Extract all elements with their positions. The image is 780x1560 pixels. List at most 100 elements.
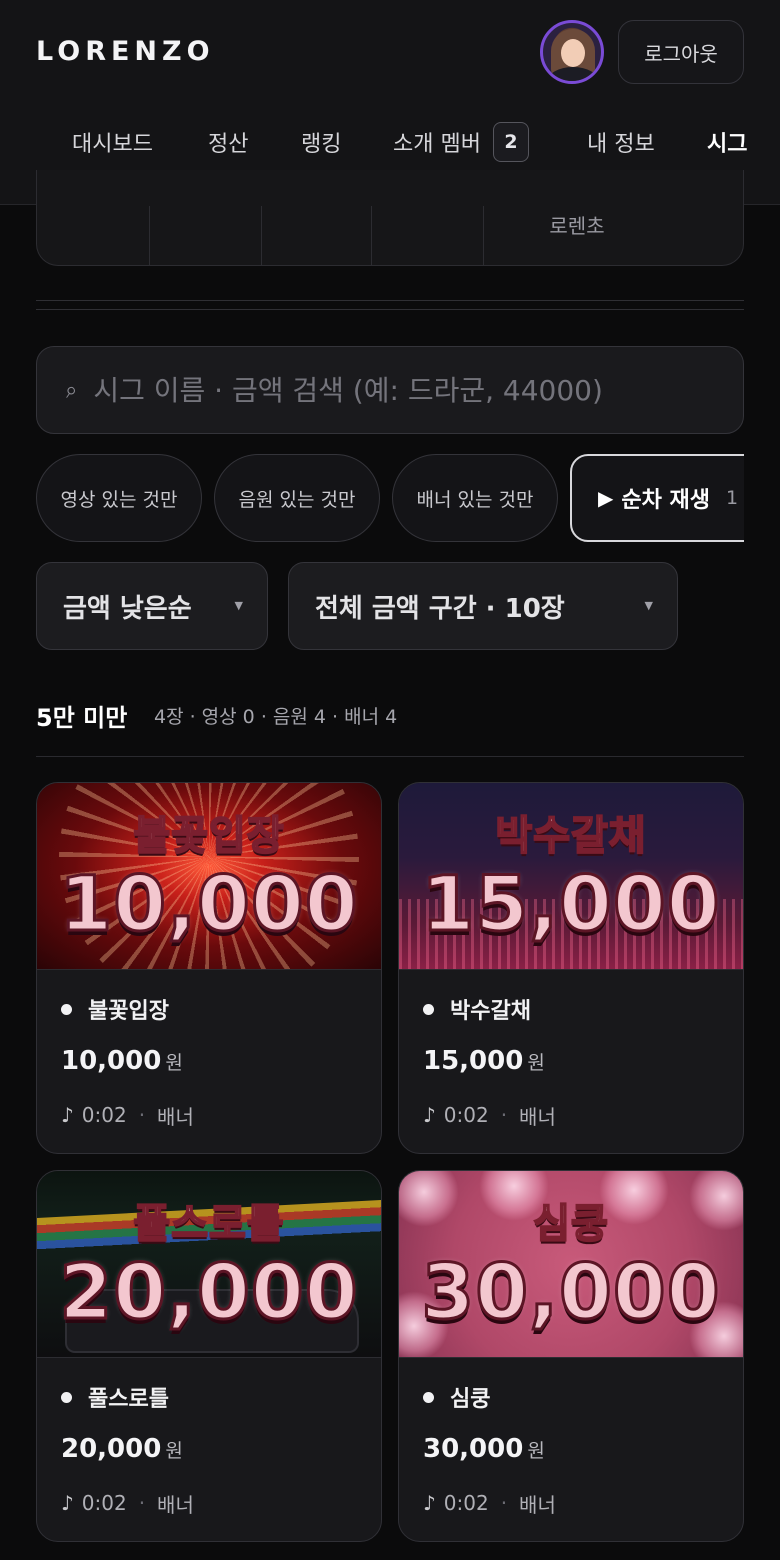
chevron-down-icon: ▼ bbox=[234, 599, 243, 612]
sequential-play-button[interactable]: ▶ 순차 재생 1 bbox=[570, 454, 744, 542]
music-note-icon: ♪ bbox=[423, 1491, 436, 1515]
filter-chips: 영상 있는 것만 음원 있는 것만 배너 있는 것만 ▶ 순차 재생 1 bbox=[36, 454, 744, 542]
banner-amount: 20,000 bbox=[58, 1246, 359, 1338]
card-meta: ♪ 0:02 · 배너 bbox=[423, 1100, 743, 1130]
sort-select[interactable]: 금액 낮은순 ▼ bbox=[36, 562, 268, 650]
nav-item-sig[interactable]: 시그 bbox=[707, 118, 747, 166]
banner-title: 풀스로틀 bbox=[132, 1200, 285, 1248]
search-box[interactable]: ⌕ bbox=[36, 346, 744, 434]
filter-chip-video[interactable]: 영상 있는 것만 bbox=[36, 454, 202, 542]
nav-label: 랭킹 bbox=[301, 132, 342, 157]
range-select-value: 전체 금액 구간 · 10장 bbox=[315, 593, 565, 624]
sig-banner-image: 심쿵 30,000 bbox=[399, 1171, 743, 1357]
music-note-icon: ♪ bbox=[61, 1491, 74, 1515]
search-icon: ⌕ bbox=[62, 376, 80, 404]
card-name-text: 박수갈채 bbox=[450, 999, 531, 1024]
sig-card[interactable]: 풀스로틀 20,000 풀스로틀 20,000 원 ♪ 0:02 · 배너 bbox=[36, 1170, 382, 1542]
sig-banner-image: 박수갈채 15,000 bbox=[399, 783, 743, 969]
card-name: 풀스로틀 bbox=[61, 1382, 381, 1412]
main-nav: 대시보드 정산 랭킹 소개 멤버 2 내 정보 시그 bbox=[0, 118, 780, 166]
card-meta: ♪ 0:02 · 배너 bbox=[61, 1100, 381, 1130]
search-input[interactable] bbox=[93, 373, 694, 407]
divider bbox=[149, 206, 150, 266]
duration: 0:02 bbox=[81, 1103, 127, 1127]
card-price: 20,000 원 bbox=[61, 1434, 381, 1468]
card-price: 10,000 원 bbox=[61, 1046, 381, 1080]
card-name-text: 풀스로틀 bbox=[88, 1387, 169, 1412]
music-note-icon: ♪ bbox=[423, 1103, 436, 1127]
nav-item-settlement[interactable]: 정산 bbox=[208, 118, 248, 166]
sort-select-value: 금액 낮은순 bbox=[63, 593, 192, 624]
nav-item-dashboard[interactable]: 대시보드 bbox=[72, 118, 153, 166]
duration: 0:02 bbox=[443, 1491, 489, 1515]
sig-card[interactable]: 박수갈채 15,000 박수갈채 15,000 원 ♪ 0:02 · 배너 bbox=[398, 782, 744, 1154]
card-body: 박수갈채 15,000 원 ♪ 0:02 · 배너 bbox=[399, 969, 743, 1130]
currency-label: 원 bbox=[527, 1440, 545, 1462]
currency-label: 원 bbox=[165, 1440, 183, 1462]
music-note-icon: ♪ bbox=[61, 1103, 74, 1127]
sig-card[interactable]: 심쿵 30,000 심쿵 30,000 원 ♪ 0:02 · 배너 bbox=[398, 1170, 744, 1542]
sig-banner-image: 풀스로틀 20,000 bbox=[37, 1171, 381, 1357]
price-value: 20,000 bbox=[61, 1434, 162, 1464]
avatar[interactable] bbox=[540, 20, 604, 84]
card-name-text: 불꽃입장 bbox=[88, 999, 169, 1024]
nav-label: 내 정보 bbox=[587, 132, 655, 157]
nav-label: 소개 멤버 bbox=[393, 132, 481, 157]
banner-title: 심쿵 bbox=[532, 1200, 609, 1248]
nav-label: 대시보드 bbox=[72, 132, 153, 157]
section-meta: 4장 · 영상 0 · 음원 4 · 배너 4 bbox=[154, 706, 398, 728]
banner-title: 박수갈채 bbox=[494, 812, 647, 860]
count-badge: 2 bbox=[492, 122, 529, 162]
range-select[interactable]: 전체 금액 구간 · 10장 ▼ bbox=[288, 562, 678, 650]
play-count: 1 bbox=[726, 487, 739, 509]
brand-logo[interactable]: LORENZO bbox=[36, 36, 215, 67]
card-name: 심쿵 bbox=[423, 1382, 743, 1412]
banner-amount: 30,000 bbox=[420, 1246, 721, 1338]
status-dot bbox=[423, 1003, 434, 1015]
card-name: 불꽃입장 bbox=[61, 994, 381, 1024]
banner-amount: 10,000 bbox=[58, 858, 359, 950]
separator: · bbox=[500, 1491, 508, 1515]
duration: 0:02 bbox=[443, 1103, 489, 1127]
nav-label: 시그 bbox=[707, 132, 748, 157]
status-dot bbox=[61, 1391, 72, 1403]
media-type: 배너 bbox=[157, 1104, 194, 1129]
card-meta: ♪ 0:02 · 배너 bbox=[423, 1488, 743, 1518]
currency-label: 원 bbox=[527, 1052, 545, 1074]
banner-amount: 15,000 bbox=[420, 858, 721, 950]
sig-banner-image: 불꽃입장 10,000 bbox=[37, 783, 381, 969]
status-dot bbox=[423, 1391, 434, 1403]
section-title: 5만 미만 bbox=[36, 704, 128, 732]
nav-item-referral-members[interactable]: 소개 멤버 2 bbox=[393, 118, 529, 166]
play-icon: ▶ bbox=[598, 486, 614, 510]
separator: · bbox=[138, 1103, 146, 1127]
card-meta: ♪ 0:02 · 배너 bbox=[61, 1488, 381, 1518]
divider bbox=[371, 206, 372, 266]
card-body: 심쿵 30,000 원 ♪ 0:02 · 배너 bbox=[399, 1357, 743, 1518]
media-type: 배너 bbox=[157, 1492, 194, 1517]
card-price: 15,000 원 bbox=[423, 1046, 743, 1080]
nav-item-ranking[interactable]: 랭킹 bbox=[301, 118, 341, 166]
price-value: 10,000 bbox=[61, 1046, 162, 1076]
card-name: 박수갈채 bbox=[423, 994, 743, 1024]
stats-card: 로렌초 bbox=[36, 170, 744, 266]
nav-label: 정산 bbox=[208, 132, 249, 157]
nav-item-my-info[interactable]: 내 정보 bbox=[587, 118, 655, 166]
filter-chip-audio[interactable]: 음원 있는 것만 bbox=[214, 454, 380, 542]
section-divider bbox=[36, 300, 744, 310]
section-divider bbox=[36, 756, 744, 757]
logout-button[interactable]: 로그아웃 bbox=[618, 20, 744, 84]
card-body: 풀스로틀 20,000 원 ♪ 0:02 · 배너 bbox=[37, 1357, 381, 1518]
price-value: 15,000 bbox=[423, 1046, 524, 1076]
separator: · bbox=[500, 1103, 508, 1127]
price-value: 30,000 bbox=[423, 1434, 524, 1464]
duration: 0:02 bbox=[81, 1491, 127, 1515]
divider bbox=[483, 206, 484, 266]
currency-label: 원 bbox=[165, 1052, 183, 1074]
status-dot bbox=[61, 1003, 72, 1015]
sig-card[interactable]: 불꽃입장 10,000 불꽃입장 10,000 원 ♪ 0:02 · 배너 bbox=[36, 782, 382, 1154]
filter-chip-banner[interactable]: 배너 있는 것만 bbox=[392, 454, 558, 542]
card-price: 30,000 원 bbox=[423, 1434, 743, 1468]
media-type: 배너 bbox=[519, 1104, 556, 1129]
card-name-text: 심쿵 bbox=[450, 1387, 491, 1412]
